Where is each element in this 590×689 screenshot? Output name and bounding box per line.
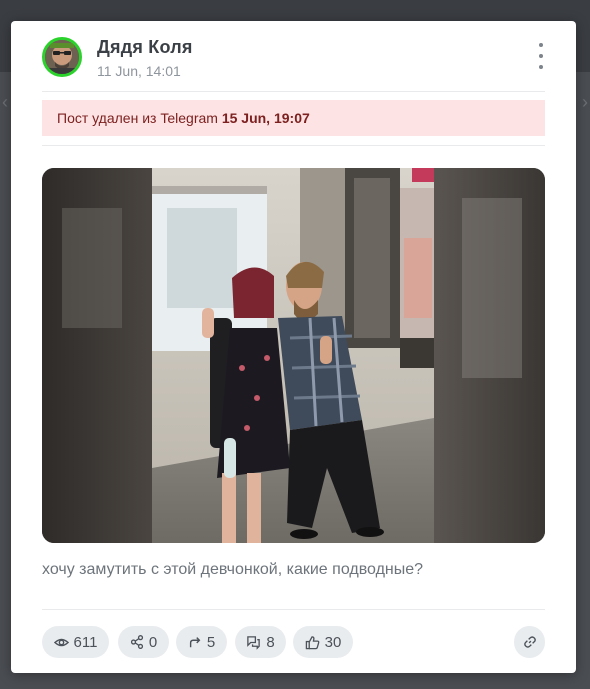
post-timestamp: 11 Jun, 14:01: [97, 63, 181, 79]
divider: [42, 91, 545, 92]
views-stat[interactable]: 611: [42, 626, 109, 658]
post-photo[interactable]: [42, 168, 545, 543]
likes-count: 30: [324, 633, 342, 651]
copy-link-button[interactable]: [514, 626, 545, 658]
post-caption: хочу замутить с этой девчонкой, какие по…: [42, 561, 424, 578]
shares-stat[interactable]: 0: [118, 626, 169, 658]
alert-text: Пост удален из Telegram: [57, 110, 222, 126]
forwards-stat[interactable]: 5: [176, 626, 227, 658]
divider: [42, 609, 545, 610]
photo-image: [42, 168, 545, 543]
more-vertical-icon[interactable]: [536, 43, 546, 69]
post-card: Дядя Коля 11 Jun, 14:01 Пост удален из T…: [11, 21, 576, 673]
alert-date: 15 Jun, 19:07: [221, 110, 310, 126]
chevron-right-icon: ›: [582, 92, 588, 112]
post-header: Дядя Коля 11 Jun, 14:01: [42, 37, 556, 81]
author-name[interactable]: Дядя Коля: [97, 37, 193, 58]
deleted-alert: Пост удален из Telegram 15 Jun, 19:07: [42, 100, 545, 136]
share-icon: [130, 635, 143, 649]
comments-icon: [247, 635, 261, 650]
eye-icon: [53, 638, 69, 646]
avatar[interactable]: [42, 37, 82, 77]
post-stats-bar: 611 0 5 8 30: [42, 626, 545, 658]
forward-arrow-icon: [189, 637, 201, 648]
comments-count: 8: [266, 633, 275, 651]
thumbs-up-icon: [305, 635, 320, 649]
comments-stat[interactable]: 8: [235, 626, 286, 658]
shares-count: 0: [148, 633, 158, 651]
chevron-left-icon: ‹: [2, 92, 8, 112]
avatar-image: [45, 40, 79, 74]
likes-stat[interactable]: 30: [293, 626, 353, 658]
forwards-count: 5: [206, 633, 216, 651]
views-count: 611: [73, 633, 98, 651]
divider: [42, 145, 545, 146]
link-icon: [523, 636, 536, 648]
